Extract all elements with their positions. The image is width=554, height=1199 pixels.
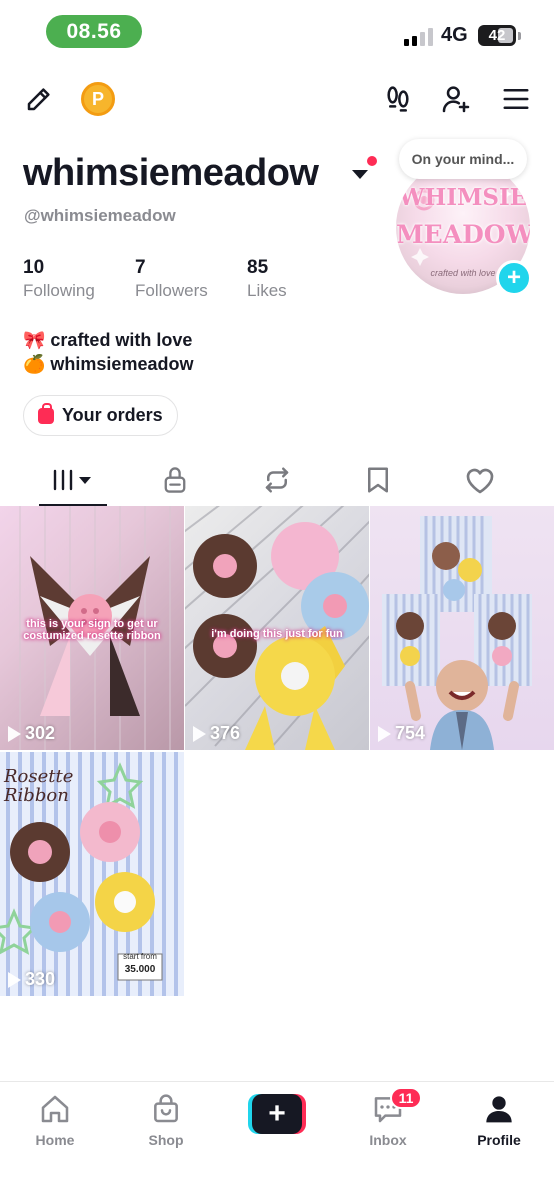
- avatar-text-line1: WHIMSIE: [398, 184, 528, 211]
- add-friend-button[interactable]: [438, 82, 474, 116]
- display-name[interactable]: whimsiemeadow: [23, 152, 319, 195]
- view-count: 302: [8, 723, 55, 744]
- tab-videos[interactable]: [18, 456, 128, 504]
- your-orders-button[interactable]: Your orders: [23, 395, 178, 436]
- view-count: 754: [378, 723, 425, 744]
- nav-shop[interactable]: Shop: [111, 1082, 221, 1162]
- stat-following[interactable]: 10 Following: [23, 257, 95, 301]
- bio-line-2: 🍊 whimsiemeadow: [23, 354, 194, 374]
- view-count-value: 302: [25, 723, 56, 743]
- inbox-badge: 11: [390, 1087, 422, 1109]
- view-count-value: 330: [25, 969, 56, 989]
- pencil-icon: [27, 88, 50, 111]
- stat-label: Followers: [135, 281, 208, 300]
- view-count-value: 376: [210, 723, 241, 743]
- view-count: 376: [193, 723, 240, 744]
- play-icon: [8, 725, 21, 742]
- add-story-button[interactable]: +: [496, 260, 532, 296]
- video-tile[interactable]: i'm doing this just for fun 376: [185, 506, 369, 750]
- coin-icon: P: [91, 88, 104, 109]
- notification-dot: [367, 156, 377, 166]
- shopping-bag-icon: [38, 402, 54, 424]
- signal-icon: [404, 26, 433, 46]
- network-type: 4G: [441, 24, 468, 46]
- stat-label: Likes: [247, 281, 287, 300]
- lock-icon: [164, 467, 186, 493]
- profile-tabs: [0, 456, 554, 506]
- nav-profile[interactable]: Profile: [444, 1082, 554, 1162]
- tab-private[interactable]: [120, 456, 230, 504]
- stat-value: 10: [23, 257, 45, 278]
- hamburger-menu-icon: [503, 89, 529, 109]
- plus-icon: +: [268, 1097, 286, 1130]
- bottom-navigation: Home Shop + Inbox 11 Profile: [0, 1081, 554, 1199]
- footprints-button[interactable]: [380, 82, 416, 116]
- home-icon: [41, 1095, 69, 1123]
- tab-reposts[interactable]: [222, 456, 332, 504]
- nav-inbox-label: Inbox: [369, 1132, 407, 1148]
- bio-line-1: 🎀 crafted with love: [23, 330, 193, 350]
- status-time: 08.56: [46, 15, 142, 48]
- bookmark-icon: [368, 467, 388, 493]
- add-user-icon: [442, 86, 470, 113]
- play-icon: [378, 725, 391, 742]
- nav-inbox[interactable]: Inbox: [333, 1082, 443, 1162]
- stat-value: 7: [135, 257, 146, 278]
- thumbnail-title: Rosette Ribbon: [4, 766, 74, 806]
- play-icon: [193, 725, 206, 742]
- nav-home[interactable]: Home: [0, 1082, 110, 1162]
- status-bar: 08.56 4G 42: [0, 0, 554, 66]
- price-value: 35.000: [124, 964, 156, 975]
- avatar-text-line2: MEADOW: [396, 220, 530, 249]
- nav-shop-label: Shop: [148, 1132, 184, 1148]
- nav-home-label: Home: [35, 1132, 75, 1148]
- battery-icon: 42: [478, 25, 516, 46]
- battery-nub: [518, 32, 521, 40]
- video-caption: i'm doing this just for fun: [211, 628, 343, 640]
- your-orders-label: Your orders: [62, 405, 163, 425]
- shop-bag-icon: [154, 1094, 178, 1123]
- play-icon: [8, 971, 21, 988]
- profile-person-icon: [486, 1096, 512, 1123]
- videos-grid-icon: [53, 469, 91, 491]
- tab-favorites[interactable]: [323, 456, 433, 504]
- username: @whimsiemeadow: [24, 206, 176, 225]
- video-tile[interactable]: this is your sign to get ur costumized r…: [0, 506, 184, 750]
- video-tile[interactable]: 754: [370, 506, 554, 750]
- repost-icon: [265, 467, 289, 493]
- stat-value: 85: [247, 257, 269, 278]
- tab-liked[interactable]: [425, 456, 535, 504]
- chevron-down-icon[interactable]: [352, 170, 368, 179]
- thought-bubble[interactable]: On your mind...: [399, 139, 527, 179]
- battery-level: 42: [488, 27, 506, 44]
- nav-profile-label: Profile: [477, 1132, 521, 1148]
- coins-button[interactable]: P: [81, 82, 115, 116]
- stat-followers[interactable]: 7 Followers: [135, 257, 208, 301]
- view-count: 330: [8, 969, 55, 990]
- video-thumbnail: [382, 516, 532, 750]
- footprints-icon: [387, 86, 409, 112]
- stat-likes[interactable]: 85 Likes: [247, 257, 287, 301]
- price-label: start from: [123, 952, 157, 961]
- plus-icon: +: [506, 264, 521, 291]
- heart-icon: [466, 468, 494, 494]
- menu-button[interactable]: [498, 82, 534, 116]
- stat-label: Following: [23, 281, 95, 300]
- view-count-value: 754: [395, 723, 426, 743]
- video-tile[interactable]: Rosette Ribbon start from 35.000 330: [0, 752, 184, 996]
- video-caption: this is your sign to get ur costumized r…: [23, 618, 161, 642]
- create-button[interactable]: +: [248, 1094, 306, 1134]
- edit-profile-button[interactable]: [22, 82, 56, 116]
